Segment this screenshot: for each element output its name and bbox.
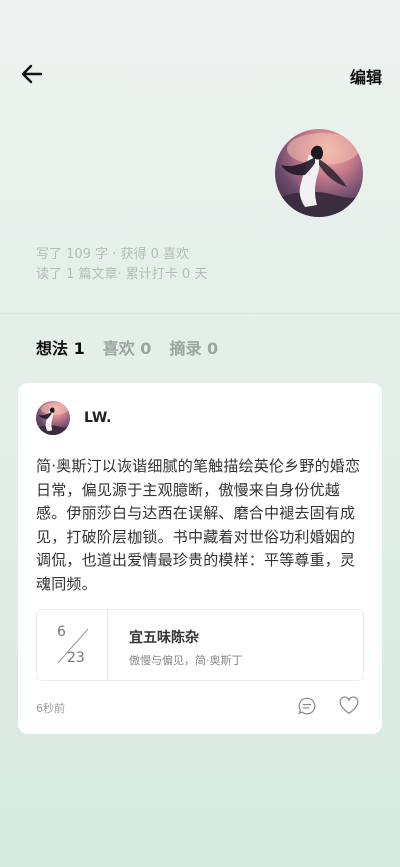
post-content: 简·奥斯汀以诙谐细腻的笔触描绘英伦乡野的婚恋日常，偏见源于主观臆断，傲慢来自身份… (36, 457, 361, 593)
date-box: 6 23 (37, 610, 108, 680)
tab-excerpts[interactable]: 摘录 0 (169, 335, 218, 359)
author-avatar[interactable] (36, 401, 70, 435)
post-author: LW. (36, 401, 111, 435)
profile-stats: 写了 109 字 · 获得 0 喜欢 读了 1 篇文章· 累计打卡 0 天 (36, 245, 207, 285)
stats-line-words: 写了 109 字 · 获得 0 喜欢 (36, 247, 190, 262)
date-day: 23 (67, 650, 85, 666)
content-tabs: 想法 1 喜欢 0 摘录 0 (36, 335, 218, 359)
stats-line-reading: 读了 1 篇文章· 累计打卡 0 天 (36, 267, 208, 282)
author-name[interactable]: LW. (84, 410, 111, 426)
post-time: 6秒前 (36, 702, 65, 715)
section-divider (0, 313, 400, 314)
tab-likes[interactable]: 喜欢 0 (103, 335, 152, 359)
top-bar: 编辑 (0, 58, 400, 90)
tab-thoughts[interactable]: 想法 1 (36, 335, 85, 359)
book-quote-card[interactable]: 6 23 宜五味陈杂 傲慢与偏见，简·奥斯丁 (36, 609, 364, 681)
back-arrow-icon[interactable] (20, 62, 44, 86)
quote-source: 傲慢与偏见，简·奥斯丁 (129, 654, 243, 667)
profile-avatar[interactable] (275, 129, 363, 217)
edit-button[interactable]: 编辑 (350, 64, 382, 88)
comment-icon[interactable] (296, 695, 318, 717)
thought-card[interactable]: LW. 简·奥斯汀以诙谐细腻的笔触描绘英伦乡野的婚恋日常，偏见源于主观臆断，傲慢… (18, 383, 382, 734)
heart-icon[interactable] (338, 695, 360, 717)
quote-title: 宜五味陈杂 (129, 630, 199, 646)
